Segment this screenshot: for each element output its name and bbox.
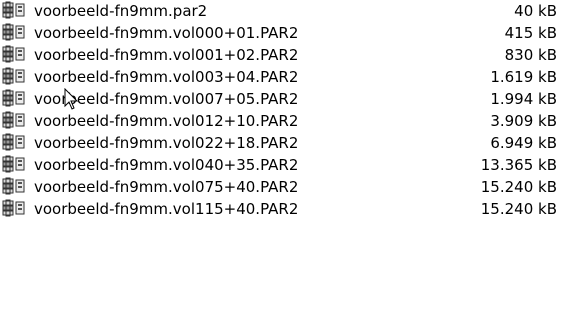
file-size: 40 kB — [514, 2, 557, 20]
file-name: voorbeeld-fn9mm.vol000+01.PAR2 — [34, 24, 299, 42]
winrar-archive-icon — [0, 88, 34, 110]
winrar-archive-icon — [0, 44, 34, 66]
file-row-vol022[interactable]: voorbeeld-fn9mm.vol022+18.PAR2 6.949 kB — [0, 132, 561, 154]
file-name: voorbeeld-fn9mm.vol115+40.PAR2 — [34, 200, 299, 218]
file-size: 3.909 kB — [490, 112, 557, 130]
file-row-vol007[interactable]: voorbeeld-fn9mm.vol007+05.PAR2 1.994 kB — [0, 88, 561, 110]
file-row-vol003[interactable]: voorbeeld-fn9mm.vol003+04.PAR2 1.619 kB — [0, 66, 561, 88]
file-row-vol001[interactable]: voorbeeld-fn9mm.vol001+02.PAR2 830 kB — [0, 44, 561, 66]
file-size: 1.994 kB — [490, 90, 557, 108]
file-name: voorbeeld-fn9mm.vol075+40.PAR2 — [34, 178, 299, 196]
file-name: voorbeeld-fn9mm.vol001+02.PAR2 — [34, 46, 299, 64]
file-row-vol012[interactable]: voorbeeld-fn9mm.vol012+10.PAR2 3.909 kB — [0, 110, 561, 132]
winrar-archive-icon — [0, 176, 34, 198]
file-name: voorbeeld-fn9mm.vol003+04.PAR2 — [34, 68, 299, 86]
file-size: 415 kB — [504, 24, 557, 42]
file-size: 15.240 kB — [480, 200, 557, 218]
file-name: voorbeeld-fn9mm.vol012+10.PAR2 — [34, 112, 299, 130]
file-size: 830 kB — [504, 46, 557, 64]
winrar-archive-icon — [0, 0, 34, 22]
file-size: 1.619 kB — [490, 68, 557, 86]
file-name: voorbeeld-fn9mm.par2 — [34, 2, 208, 20]
file-list: voorbeeld-fn9mm.par2 40 kB voorbeeld-fn9… — [0, 0, 561, 331]
file-size: 13.365 kB — [480, 156, 557, 174]
winrar-archive-icon — [0, 22, 34, 44]
file-size: 6.949 kB — [490, 134, 557, 152]
winrar-archive-icon — [0, 66, 34, 88]
file-row-vol040[interactable]: voorbeeld-fn9mm.vol040+35.PAR2 13.365 kB — [0, 154, 561, 176]
winrar-archive-icon — [0, 110, 34, 132]
file-row-vol115[interactable]: voorbeeld-fn9mm.vol115+40.PAR2 15.240 kB — [0, 198, 561, 220]
winrar-archive-icon — [0, 198, 34, 220]
file-row-vol000[interactable]: voorbeeld-fn9mm.vol000+01.PAR2 415 kB — [0, 22, 561, 44]
winrar-archive-icon — [0, 154, 34, 176]
winrar-archive-icon — [0, 132, 34, 154]
file-size: 15.240 kB — [480, 178, 557, 196]
mouse-pointer-icon — [64, 87, 80, 112]
file-name: voorbeeld-fn9mm.vol022+18.PAR2 — [34, 134, 299, 152]
file-name: voorbeeld-fn9mm.vol040+35.PAR2 — [34, 156, 299, 174]
file-row-par2[interactable]: voorbeeld-fn9mm.par2 40 kB — [0, 0, 561, 22]
file-row-vol075[interactable]: voorbeeld-fn9mm.vol075+40.PAR2 15.240 kB — [0, 176, 561, 198]
